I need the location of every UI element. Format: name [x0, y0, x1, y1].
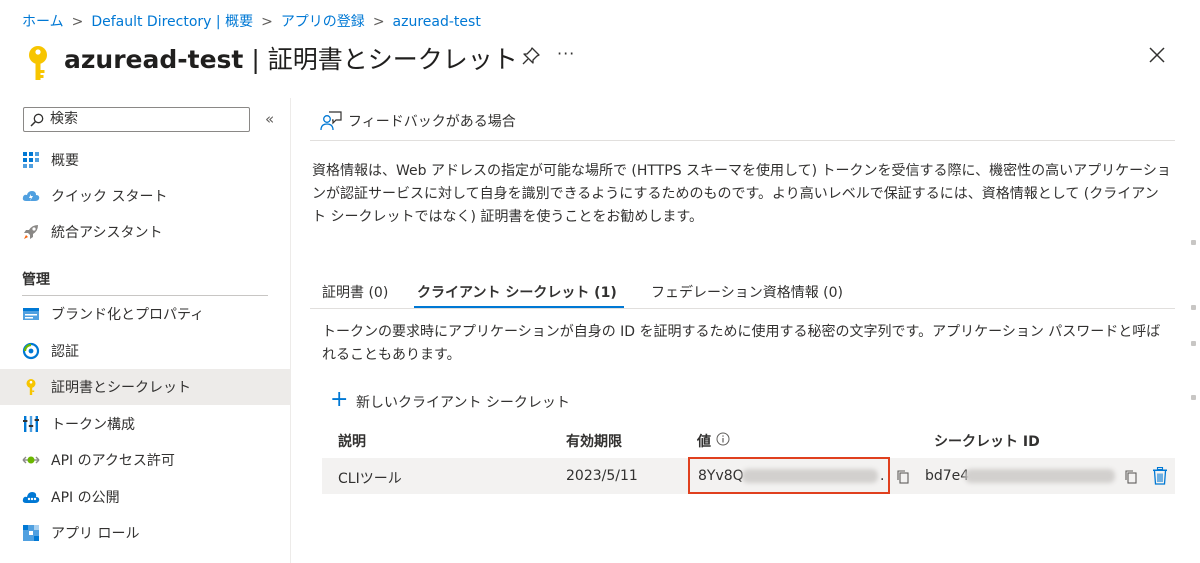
sidebar-item-label: 概要: [51, 153, 79, 169]
sidebar-item-label: トークン構成: [51, 417, 135, 433]
chevron-right-icon: >: [261, 14, 273, 30]
page-title-section: | 証明書とシークレット: [243, 45, 518, 74]
key-icon: [29, 46, 47, 80]
feedback-label: フィードバックがある場合: [348, 114, 516, 130]
breadcrumb-app[interactable]: azuread-test: [393, 14, 481, 30]
authentication-icon: [22, 342, 40, 360]
delete-icon[interactable]: [1152, 467, 1168, 485]
tab-client-secrets[interactable]: クライアント シークレット (1): [417, 282, 617, 302]
search-input[interactable]: [50, 110, 240, 128]
sidebar-item-label: ブランド化とプロパティ: [51, 307, 205, 323]
search-box: [23, 107, 250, 132]
tab-certificates[interactable]: 証明書 (0): [322, 282, 388, 302]
redacted-secret-id: [965, 469, 1115, 483]
breadcrumb-app-registrations[interactable]: アプリの登録: [281, 14, 365, 30]
sidebar-item-token-configuration[interactable]: トークン構成: [0, 406, 290, 442]
secret-value-ellipsis: .: [880, 468, 885, 484]
column-header-expires: 有効期限: [566, 434, 622, 450]
sidebar-item-label: クイック スタート: [51, 189, 168, 205]
overview-grid-icon: [23, 152, 39, 168]
copy-secret-id-icon[interactable]: [1124, 469, 1138, 485]
sidebar-item-assistant[interactable]: 統合アシスタント: [0, 214, 290, 250]
tabs-divider: [310, 308, 1175, 309]
secret-value-highlight: 8Yv8Q .: [688, 457, 890, 494]
page-description: 資格情報は、Web アドレスの指定が可能な場所で (HTTPS スキーマを使用し…: [312, 163, 1171, 225]
key-icon: [26, 379, 36, 395]
column-header-value: 値: [697, 434, 711, 450]
chevron-right-icon: >: [372, 14, 385, 30]
sidebar-item-label: 統合アシスタント: [51, 225, 163, 241]
cloud-api-icon: [22, 492, 40, 503]
sidebar-item-label: 証明書とシークレット: [51, 380, 191, 396]
pin-icon[interactable]: [522, 47, 540, 65]
sidebar-item-label: API の公開: [51, 490, 120, 506]
manage-section-heading: 管理: [22, 272, 50, 288]
secret-description: CLIツール: [338, 471, 402, 487]
cloud-bolt-icon: [22, 191, 40, 201]
column-header-description: 説明: [338, 434, 366, 450]
feedback-person-icon: [320, 111, 342, 131]
scrollbar-marker: [1191, 395, 1196, 400]
close-icon[interactable]: [1148, 46, 1166, 64]
more-options-icon[interactable]: ···: [557, 44, 575, 63]
branding-card-icon: [23, 308, 39, 320]
sidebar-item-quickstart[interactable]: クイック スタート: [0, 178, 290, 214]
tab-description: トークンの要求時にアプリケーションが自身の ID を証明するために使用する秘密の…: [322, 324, 1161, 363]
page-title-app: azuread-test: [64, 45, 244, 74]
plus-icon: +: [330, 387, 349, 412]
info-icon[interactable]: [716, 432, 730, 446]
sidebar-item-certificates-secrets[interactable]: 証明書とシークレット: [0, 369, 290, 405]
search-icon: [30, 113, 44, 127]
secret-id: bd7e4: [925, 468, 970, 484]
sidebar-item-label: 認証: [51, 344, 79, 360]
page-title: azuread-test | 証明書とシークレット: [64, 40, 518, 76]
scrollbar-marker: [1191, 240, 1196, 245]
sidebar-item-branding[interactable]: ブランド化とプロパティ: [0, 296, 290, 332]
breadcrumb-home[interactable]: ホーム: [22, 14, 64, 30]
sidebar-item-label: API のアクセス許可: [51, 453, 175, 469]
breadcrumb: ホーム > Default Directory | 概要 > アプリの登録 > azurea…: [22, 11, 481, 31]
toolbar-divider: [310, 140, 1175, 141]
collapse-sidebar-icon[interactable]: «: [265, 110, 274, 128]
sidebar-item-authentication[interactable]: 認証: [0, 333, 290, 369]
sidebar-item-overview[interactable]: 概要: [0, 142, 290, 178]
rocket-icon: [24, 225, 38, 239]
new-client-secret-label: 新しいクライアント シークレット: [356, 395, 570, 411]
token-bars-icon: [23, 416, 39, 432]
sidebar-item-expose-api[interactable]: API の公開: [0, 479, 290, 515]
scrollbar-marker: [1191, 341, 1196, 346]
sidebar-item-app-roles[interactable]: アプリ ロール: [0, 515, 290, 551]
api-permissions-icon: [22, 456, 40, 464]
sidebar-divider: [290, 98, 291, 563]
app-roles-icon: [23, 525, 39, 541]
secret-value: 8Yv8Q: [698, 468, 744, 484]
column-header-secret-id: シークレット ID: [934, 434, 1040, 450]
breadcrumb-directory[interactable]: Default Directory | 概要: [91, 14, 253, 30]
sidebar-item-label: アプリ ロール: [51, 526, 140, 542]
secret-expires: 2023/5/11: [566, 468, 638, 484]
scrollbar-marker: [1191, 305, 1196, 310]
tab-federated-credentials[interactable]: フェデレーション資格情報 (0): [651, 282, 843, 302]
sidebar-item-api-permissions[interactable]: API のアクセス許可: [0, 442, 290, 478]
chevron-right-icon: >: [71, 14, 84, 30]
active-tab-indicator: [414, 306, 624, 308]
redacted-value: [742, 469, 878, 483]
copy-value-icon[interactable]: [896, 469, 910, 485]
